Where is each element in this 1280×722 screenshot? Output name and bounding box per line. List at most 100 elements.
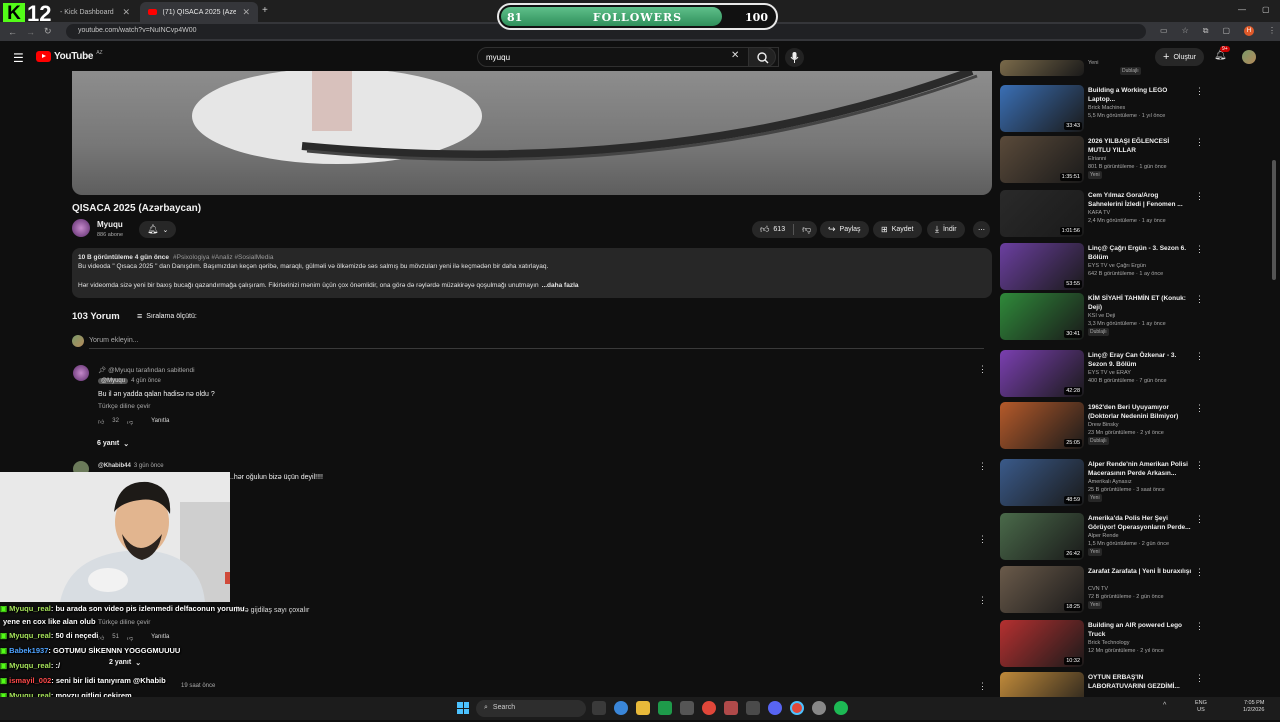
video-player[interactable]: [72, 71, 992, 195]
forward-icon[interactable]: →: [26, 27, 35, 37]
translate-link[interactable]: Türkçe diline çevir: [98, 619, 150, 626]
recommended-video[interactable]: 1:35:51 2026 YILBAŞI EĞLENCESİ MUTLU YILL…: [1000, 136, 1204, 186]
recommended-video[interactable]: 53:55 Linç@ Çağrı Ergün - 3. Sezon 6. Böl…: [1000, 243, 1204, 293]
taskbar-search[interactable]: ⌕ Search: [476, 700, 586, 717]
video-title[interactable]: Cem Yılmaz Gora/Arog Sahnelerini İzledi …: [1088, 191, 1192, 209]
save-button[interactable]: ⊞ Kaydet: [873, 221, 922, 238]
app-icon[interactable]: [746, 701, 760, 715]
sort-comments-button[interactable]: ≡ Sıralama ölçütü:: [137, 311, 197, 321]
spotify-icon[interactable]: [834, 701, 848, 715]
tab-kick-dashboard[interactable]: - Kick Dashboard ✕: [52, 2, 138, 22]
menu-dots-icon[interactable]: ⋮: [1268, 26, 1276, 36]
video-title[interactable]: Building a Working LEGO Laptop...: [1088, 86, 1192, 104]
video-menu-icon[interactable]: ⋮: [1195, 460, 1204, 471]
cast-icon[interactable]: ▭: [1160, 26, 1168, 36]
video-title[interactable]: 1962'den Beri Uyuyamıyor (Doktorlar Nede…: [1088, 403, 1192, 421]
comment-menu-icon[interactable]: ⋮: [978, 461, 987, 472]
video-title[interactable]: 2026 YILBAŞI EĞLENCESİ MUTLU YILLAR: [1088, 137, 1192, 155]
hamburger-menu-icon[interactable]: ☰: [13, 51, 24, 65]
video-thumbnail[interactable]: 1:35:51: [1000, 136, 1084, 183]
comment-menu-icon[interactable]: ⋮: [978, 534, 987, 545]
clear-search-icon[interactable]: ✕: [731, 50, 739, 61]
video-title[interactable]: Alper Rende'nin Amerikan Polisi Macerası…: [1088, 460, 1192, 478]
close-icon[interactable]: ✕: [242, 7, 250, 18]
thumbs-up-icon[interactable]: 👍︎: [98, 634, 104, 642]
video-thumbnail[interactable]: 33:43: [1000, 85, 1084, 132]
video-menu-icon[interactable]: ⋮: [1195, 621, 1204, 632]
recommended-video[interactable]: 33:43 Building a Working LEGO Laptop... ⋮ B…: [1000, 85, 1204, 135]
edge-icon[interactable]: [614, 701, 628, 715]
video-thumbnail[interactable]: 18:25: [1000, 566, 1084, 613]
video-title[interactable]: KİM SİYAHİ TAHMİN ET (Konuk: Deji): [1088, 294, 1192, 312]
app-icon[interactable]: [724, 701, 738, 715]
video-title[interactable]: Amerika'da Polis Her Şeyi Görüyor! Opera…: [1088, 514, 1192, 532]
file-explorer-icon[interactable]: [636, 701, 650, 715]
channel-name[interactable]: Drew Binsky: [1088, 422, 1119, 428]
maximize-icon[interactable]: ▢: [1262, 5, 1270, 14]
video-thumbnail[interactable]: 48:59: [1000, 459, 1084, 506]
clock[interactable]: 7:05 PM 1/2/2026: [1243, 700, 1264, 714]
show-more-link[interactable]: ...daha fazla: [542, 282, 579, 289]
bookmark-star-icon[interactable]: ☆: [1182, 26, 1189, 36]
thumbs-up-icon[interactable]: 👍︎: [98, 418, 104, 426]
reply-button[interactable]: Yanıtla: [151, 634, 169, 642]
channel-name[interactable]: Amerikalı Aynasız: [1088, 479, 1132, 485]
reply-button[interactable]: Yanıtla: [151, 418, 169, 426]
share-button[interactable]: ↪ Paylaş: [820, 221, 869, 238]
back-icon[interactable]: ←: [8, 27, 17, 37]
youtube-logo[interactable]: YouTube AZ: [36, 50, 103, 62]
video-thumbnail[interactable]: 25:05: [1000, 402, 1084, 449]
video-title[interactable]: Linç@ Çağrı Ergün - 3. Sezon 6. Bölüm: [1088, 244, 1192, 262]
video-title[interactable]: Building an AIR powered Lego Truck: [1088, 621, 1192, 639]
tray-chevron-icon[interactable]: ^: [1163, 702, 1166, 709]
minimize-icon[interactable]: —: [1238, 5, 1246, 14]
recommended-video[interactable]: 42:28 Linç@ Eray Can Özkenar - 3. Sezon 9…: [1000, 350, 1204, 400]
translate-link[interactable]: Türkçe diline çevir: [98, 403, 150, 410]
channel-name[interactable]: EYS TV ve Çağrı Ergün: [1088, 263, 1146, 269]
video-thumbnail[interactable]: 1:01:56: [1000, 190, 1084, 237]
task-view-icon[interactable]: [592, 701, 606, 715]
video-menu-icon[interactable]: ⋮: [1195, 244, 1204, 255]
recommended-video[interactable]: 30:41 KİM SİYAHİ TAHMİN ET (Konuk: Deji) ⋮…: [1000, 293, 1204, 343]
channel-name[interactable]: Alper Rende: [1088, 533, 1119, 539]
channel-name[interactable]: Yeni: [1088, 60, 1099, 66]
profile-icon[interactable]: ▢: [1222, 26, 1230, 36]
video-description[interactable]: 10 B görüntüleme 4 gün önce #Psixologiya…: [72, 248, 992, 298]
recommended-video[interactable]: 18:25 Zarafat Zarafata | Yeni İl buraxılı…: [1000, 566, 1204, 616]
search-button[interactable]: [748, 47, 776, 67]
video-thumbnail[interactable]: 10:32: [1000, 620, 1084, 667]
video-title[interactable]: OYTUN ERBAŞ'IN LABORATUVARINI GEZDİMİ...: [1088, 673, 1192, 691]
page-scrollbar[interactable]: [1272, 160, 1276, 280]
video-thumbnail[interactable]: 42:28: [1000, 350, 1084, 397]
show-replies-button[interactable]: 2 yanıt ⌄: [109, 659, 141, 667]
comment-menu-icon[interactable]: ⋮: [978, 681, 987, 692]
recommended-video[interactable]: 48:59 Alper Rende'nin Amerikan Polisi Mac…: [1000, 459, 1204, 509]
channel-avatar[interactable]: [72, 219, 90, 237]
recommended-video[interactable]: 25:05 1962'den Beri Uyuyamıyor (Doktorlar…: [1000, 402, 1204, 452]
video-menu-icon[interactable]: ⋮: [1195, 137, 1204, 148]
excel-icon[interactable]: [658, 701, 672, 715]
voice-search-button[interactable]: [785, 48, 804, 67]
comment-menu-icon[interactable]: ⋮: [978, 364, 987, 375]
video-menu-icon[interactable]: ⋮: [1195, 673, 1204, 684]
video-thumbnail[interactable]: [1000, 60, 1084, 76]
add-comment-input[interactable]: Yorum ekleyin...: [89, 337, 984, 349]
channel-name[interactable]: EYS TV ve ERAY: [1088, 370, 1131, 376]
comment-author[interactable]: @Khabib44: [98, 463, 131, 469]
more-actions-button[interactable]: ⋯: [973, 221, 990, 238]
video-menu-icon[interactable]: ⋮: [1195, 567, 1204, 578]
discord-icon[interactable]: [768, 701, 782, 715]
chrome-active-icon[interactable]: [790, 701, 804, 715]
new-tab-button[interactable]: +: [262, 5, 268, 16]
subscribed-button[interactable]: 🔔︎ ⌄: [139, 221, 177, 238]
comment-author[interactable]: @Myuqu: [98, 378, 129, 384]
windows-start-icon[interactable]: [457, 702, 469, 714]
video-thumbnail[interactable]: 30:41: [1000, 293, 1084, 340]
channel-name[interactable]: Myuqu: [97, 220, 123, 229]
comment-menu-icon[interactable]: ⋮: [978, 595, 987, 606]
channel-name[interactable]: Elrianni: [1088, 156, 1106, 162]
video-title[interactable]: Linç@ Eray Can Özkenar - 3. Sezon 9. Böl…: [1088, 351, 1192, 369]
video-menu-icon[interactable]: ⋮: [1195, 86, 1204, 97]
close-icon[interactable]: ✕: [122, 7, 130, 18]
video-thumbnail[interactable]: 53:55: [1000, 243, 1084, 290]
